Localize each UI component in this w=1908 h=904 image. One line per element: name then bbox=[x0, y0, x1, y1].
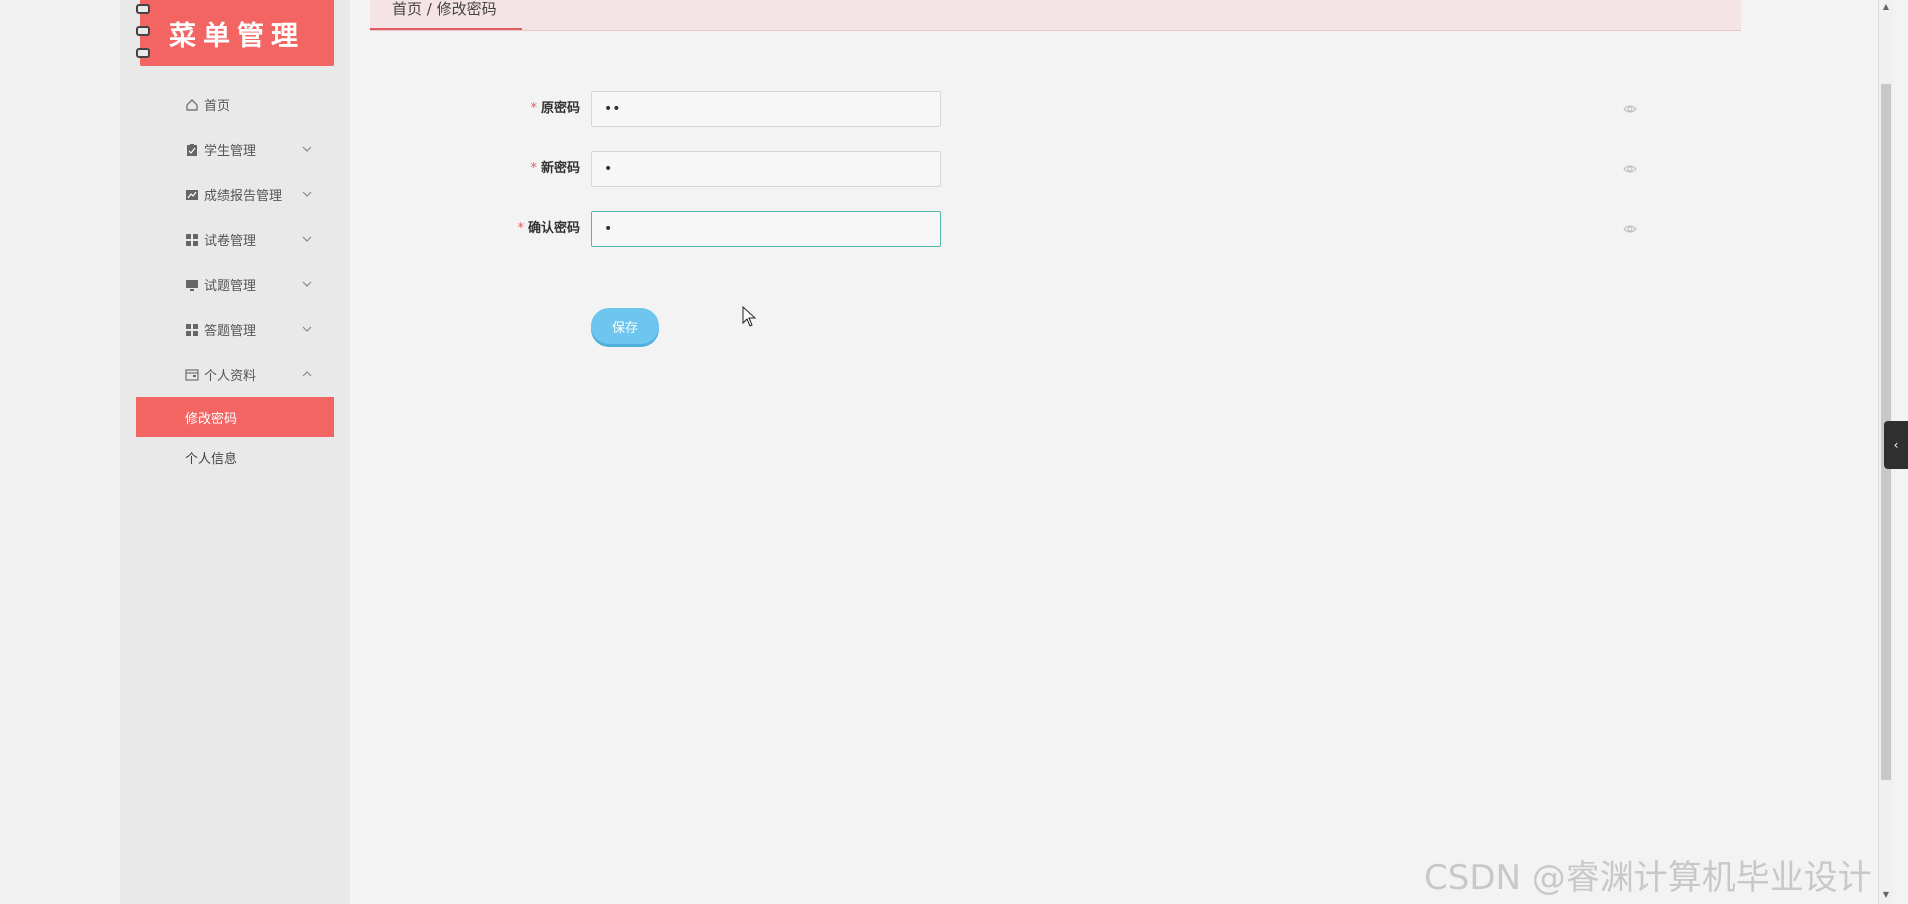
scroll-up-arrow-icon[interactable]: ▲ bbox=[1881, 2, 1891, 12]
monitor-icon bbox=[185, 278, 199, 292]
sidebar-item-papers[interactable]: 试卷管理 bbox=[120, 217, 350, 262]
new-password-input[interactable]: • bbox=[591, 151, 941, 187]
page: 菜单管理 首页 学生管理 成绩报告管理 试卷管理 试题管理 答题管理 个人资料 … bbox=[0, 0, 1908, 904]
sidebar-item-answers[interactable]: 答题管理 bbox=[120, 307, 350, 352]
mouse-cursor-icon bbox=[742, 306, 757, 327]
sidebar-subitem-label: 修改密码 bbox=[185, 411, 238, 427]
sidebar-item-grade-reports[interactable]: 成绩报告管理 bbox=[120, 172, 350, 217]
watermark: CSDN @睿渊计算机毕业设计 bbox=[1424, 858, 1872, 898]
grid-icon bbox=[185, 233, 199, 247]
confirm-password-label: * 确认密码 bbox=[517, 221, 580, 236]
eye-icon[interactable] bbox=[1623, 162, 1637, 176]
sidebar-item-label: 试卷管理 bbox=[204, 234, 257, 249]
new-password-row: * 新密码 • bbox=[500, 151, 1650, 187]
confirm-password-input[interactable]: • bbox=[591, 211, 941, 247]
old-password-input[interactable]: •• bbox=[591, 91, 941, 127]
breadcrumb-underline bbox=[370, 28, 522, 30]
sidebar-item-questions[interactable]: 试题管理 bbox=[120, 262, 350, 307]
left-gutter bbox=[0, 0, 120, 904]
binder-ring-icon bbox=[136, 48, 150, 58]
breadcrumb-bar: 首页 / 修改密码 bbox=[370, 0, 1741, 31]
sidebar-subitem-personal-info[interactable]: 个人信息 bbox=[136, 437, 334, 477]
eye-icon[interactable] bbox=[1623, 102, 1637, 116]
clipboard-icon bbox=[185, 143, 199, 157]
save-button[interactable]: 保存 bbox=[591, 308, 659, 344]
sidebar-item-label: 首页 bbox=[204, 99, 231, 114]
chevron-down-icon bbox=[302, 281, 312, 287]
required-marker: * bbox=[530, 101, 537, 116]
sidebar-item-label: 个人资料 bbox=[204, 369, 257, 384]
sidebar-item-home[interactable]: 首页 bbox=[120, 82, 350, 127]
sidebar-subitem-change-password[interactable]: 修改密码 bbox=[136, 397, 334, 437]
chevron-up-icon bbox=[302, 371, 312, 377]
sidebar: 菜单管理 首页 学生管理 成绩报告管理 试卷管理 试题管理 答题管理 个人资料 … bbox=[120, 0, 350, 904]
sidebar-item-students[interactable]: 学生管理 bbox=[120, 127, 350, 172]
old-password-label: * 原密码 bbox=[530, 101, 580, 116]
sidebar-menu: 首页 学生管理 成绩报告管理 试卷管理 试题管理 答题管理 个人资料 修改密码 … bbox=[120, 82, 350, 477]
sidebar-subitem-label: 个人信息 bbox=[185, 451, 238, 467]
logo-text: 菜单管理 bbox=[169, 20, 305, 52]
sidebar-item-label: 成绩报告管理 bbox=[204, 189, 283, 204]
binder-ring-icon bbox=[136, 4, 150, 14]
chevron-left-icon: ‹ bbox=[1893, 438, 1899, 452]
sidebar-item-label: 试题管理 bbox=[204, 279, 257, 294]
binder-ring-icon bbox=[136, 26, 150, 36]
required-marker: * bbox=[530, 161, 537, 176]
sidebar-item-label: 答题管理 bbox=[204, 324, 257, 339]
confirm-password-row: * 确认密码 • bbox=[500, 211, 1650, 247]
scroll-down-arrow-icon[interactable]: ▼ bbox=[1881, 890, 1891, 900]
side-panel-toggle[interactable]: ‹ bbox=[1884, 421, 1908, 469]
new-password-label: * 新密码 bbox=[530, 161, 580, 176]
old-password-row: * 原密码 •• bbox=[500, 91, 1650, 127]
chevron-down-icon bbox=[302, 326, 312, 332]
profile-card-icon bbox=[185, 368, 199, 382]
home-icon bbox=[185, 98, 199, 112]
sidebar-item-profile[interactable]: 个人资料 bbox=[120, 352, 350, 397]
sidebar-item-label: 学生管理 bbox=[204, 144, 257, 159]
chevron-down-icon bbox=[302, 146, 312, 152]
breadcrumb: 首页 / 修改密码 bbox=[392, 0, 497, 18]
grid-icon bbox=[185, 323, 199, 337]
chevron-down-icon bbox=[302, 236, 312, 242]
required-marker: * bbox=[517, 221, 524, 236]
chevron-down-icon bbox=[302, 191, 312, 197]
logo: 菜单管理 bbox=[136, 0, 334, 66]
chart-icon bbox=[185, 188, 199, 202]
eye-icon[interactable] bbox=[1623, 222, 1637, 236]
